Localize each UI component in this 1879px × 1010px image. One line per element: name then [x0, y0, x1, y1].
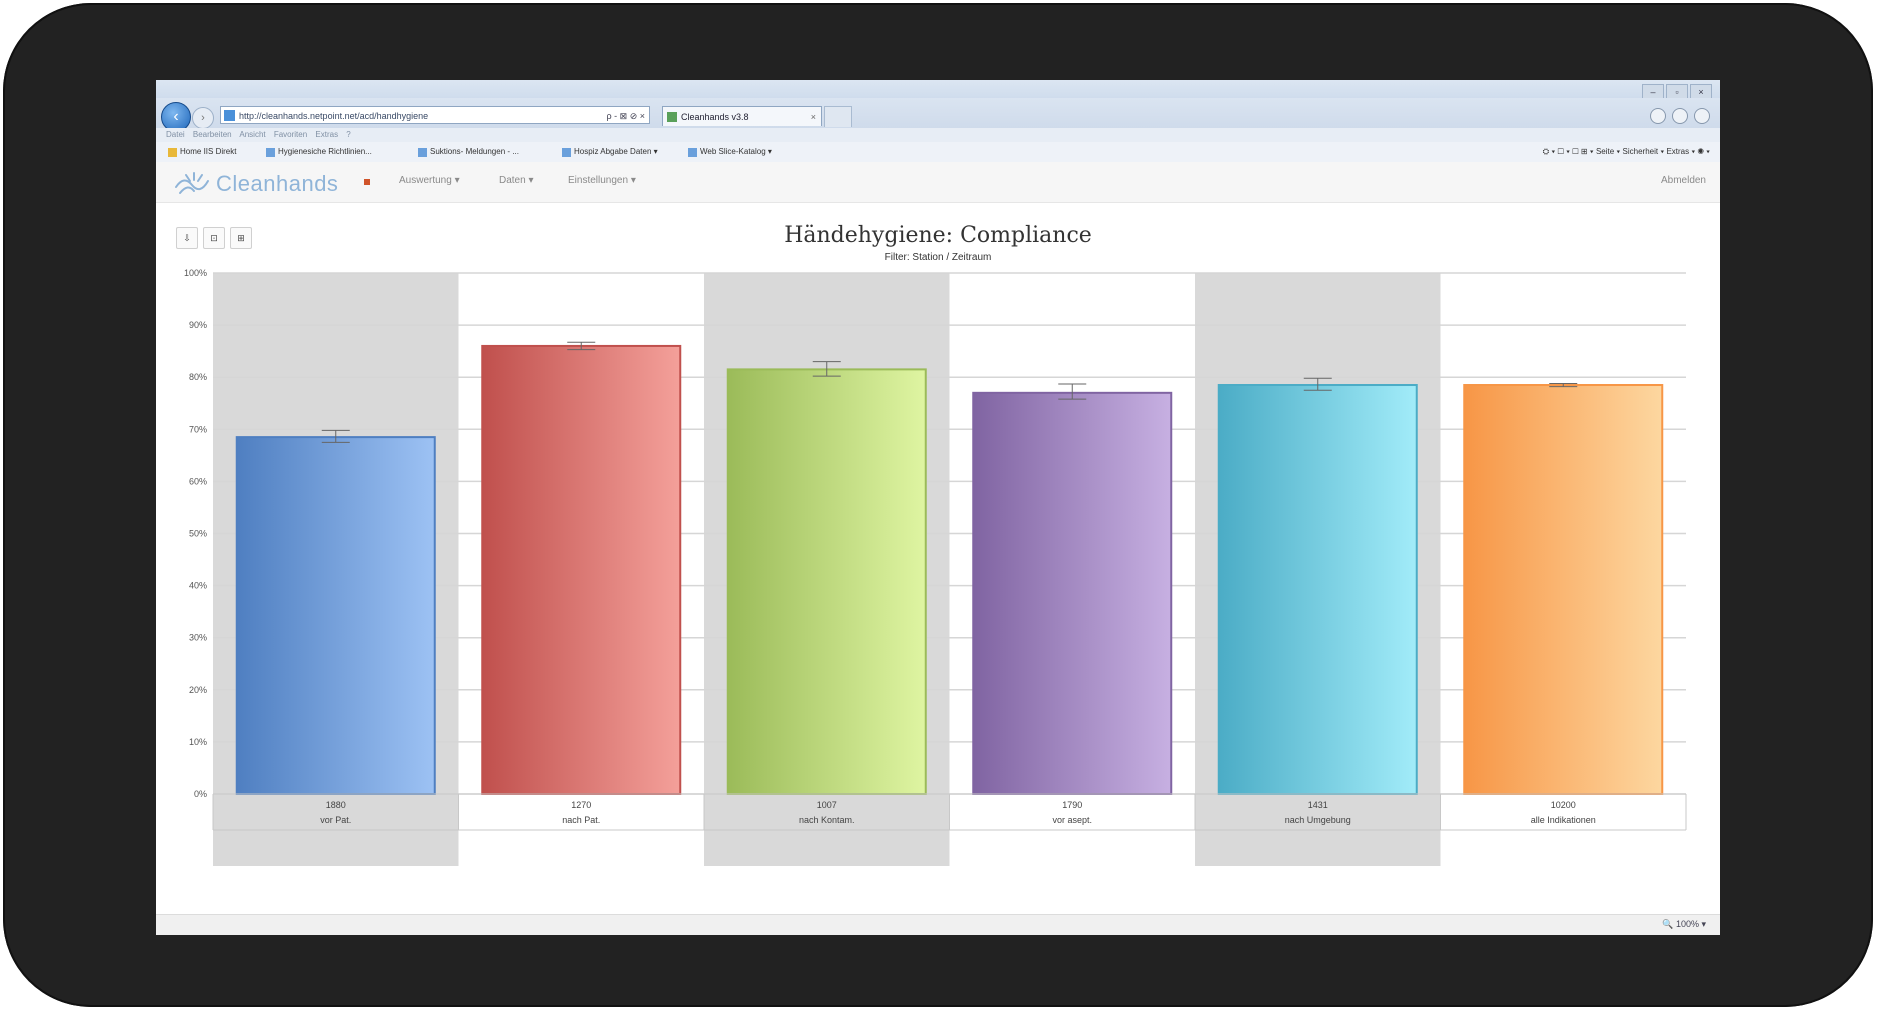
tablet-frame: – ▫ × ‹ › http://cleanhands.netpoint.net…: [3, 3, 1873, 1007]
y-tick-label: 30%: [189, 633, 207, 643]
y-tick-label: 100%: [184, 268, 207, 278]
bar-3: [726, 368, 927, 795]
bar-4: [972, 391, 1173, 795]
browser-statusbar: 🔍 100% ▾: [156, 914, 1720, 935]
category-count: 1790: [1062, 800, 1082, 810]
category-label: vor Pat.: [320, 815, 351, 825]
category-count: 10200: [1551, 800, 1576, 810]
category-label: alle Indikationen: [1531, 815, 1596, 825]
compliance-bar-chart: 0% 10% 20% 30% 40% 50% 60% 70% 80% 90% 100% 1880 vo…: [184, 268, 1687, 866]
y-tick-label: 10%: [189, 737, 207, 747]
category-label: nach Pat.: [562, 815, 600, 825]
bar-6: [1463, 384, 1664, 795]
y-tick-label: 90%: [189, 320, 207, 330]
y-tick-label: 20%: [189, 685, 207, 695]
category-count: 1431: [1308, 800, 1328, 810]
bar-2: [481, 344, 682, 795]
y-tick-label: 60%: [189, 476, 207, 486]
y-tick-label: 0%: [194, 789, 207, 799]
category-count: 1880: [326, 800, 346, 810]
y-tick-label: 40%: [189, 581, 207, 591]
bar-5: [1217, 384, 1418, 795]
y-tick-label: 80%: [189, 372, 207, 382]
category-label: nach Kontam.: [799, 815, 855, 825]
screen: – ▫ × ‹ › http://cleanhands.netpoint.net…: [156, 80, 1720, 935]
category-count: 1007: [817, 800, 837, 810]
zoom-level[interactable]: 🔍 100% ▾: [1662, 919, 1706, 930]
category-count: 1270: [571, 800, 591, 810]
bar-1: [235, 436, 436, 795]
y-tick-label: 50%: [189, 529, 207, 539]
y-tick-label: 70%: [189, 424, 207, 434]
category-label: nach Umgebung: [1285, 815, 1351, 825]
category-label: vor asept.: [1052, 815, 1092, 825]
